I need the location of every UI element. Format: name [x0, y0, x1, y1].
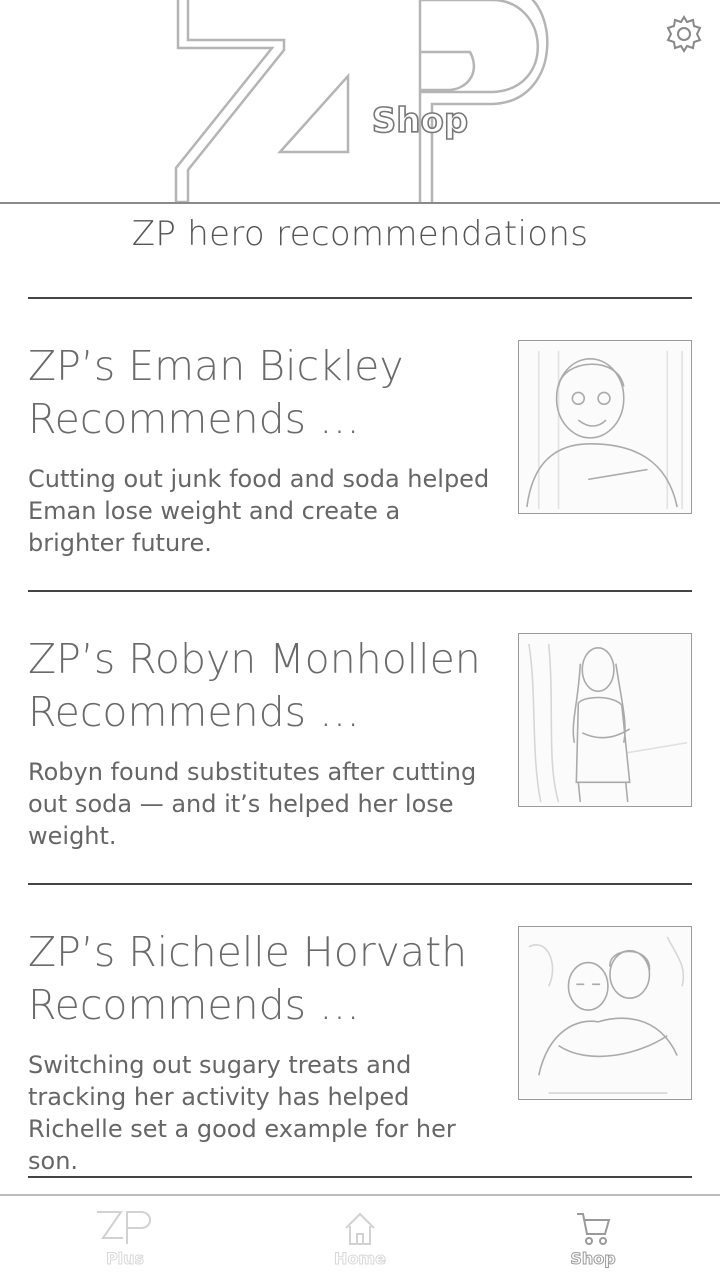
nav-home-label: Home	[334, 1249, 387, 1268]
recommendation-card-richelle[interactable]: ZP’s Richelle Horvath Recommends … Switc…	[28, 926, 692, 1175]
divider	[28, 1176, 692, 1178]
card-title: ZP’s Eman Bickley Recommends …	[28, 340, 498, 446]
divider	[28, 883, 692, 885]
card-title-line2: Recommends …	[28, 688, 361, 736]
home-icon	[345, 1212, 375, 1245]
section-title: ZP hero recommendations	[131, 214, 589, 254]
bottom-nav: Plus Home Shop	[0, 1194, 720, 1282]
card-title-line1: ZP’s Eman Bickley	[28, 342, 404, 390]
card-description: Cutting out junk food and soda helped Em…	[28, 465, 490, 557]
card-photo	[518, 633, 692, 807]
card-title-line2: Recommends …	[28, 981, 361, 1029]
gear-icon	[666, 15, 702, 53]
card-photo	[518, 340, 692, 514]
settings-button[interactable]	[664, 14, 704, 54]
nav-shop[interactable]: Shop	[533, 1208, 653, 1274]
card-description: Robyn found substitutes after cutting ou…	[28, 758, 477, 850]
card-title-line1: ZP’s Richelle Horvath	[28, 928, 468, 976]
recommendation-card-eman[interactable]: ZP’s Eman Bickley Recommends … Cutting o…	[28, 340, 692, 570]
divider	[28, 590, 692, 592]
nav-plus[interactable]: Plus	[65, 1208, 185, 1274]
nav-plus-label: Plus	[105, 1249, 145, 1268]
people-photo-icon	[528, 936, 685, 1094]
person-photo-icon	[528, 643, 688, 803]
divider	[28, 297, 692, 299]
card-description: Switching out sugary treats and tracking…	[28, 1051, 456, 1175]
person-photo-icon	[526, 350, 683, 510]
cart-icon	[577, 1213, 611, 1245]
app-header: Shop	[0, 0, 720, 204]
zp-logo-icon	[97, 1211, 151, 1244]
card-title-line1: ZP’s Robyn Monhollen	[28, 635, 481, 683]
card-title-line2: Recommends …	[28, 395, 361, 443]
card-title: ZP’s Robyn Monhollen Recommends …	[28, 633, 498, 739]
logo-subtitle: Shop	[372, 101, 468, 141]
nav-shop-label: Shop	[570, 1249, 616, 1268]
nav-home[interactable]: Home	[300, 1208, 420, 1274]
recommendation-card-robyn[interactable]: ZP’s Robyn Monhollen Recommends … Robyn …	[28, 633, 692, 863]
card-photo	[518, 926, 692, 1100]
card-title: ZP’s Richelle Horvath Recommends …	[28, 926, 498, 1032]
zp-shop-logo: Shop	[174, 0, 549, 202]
